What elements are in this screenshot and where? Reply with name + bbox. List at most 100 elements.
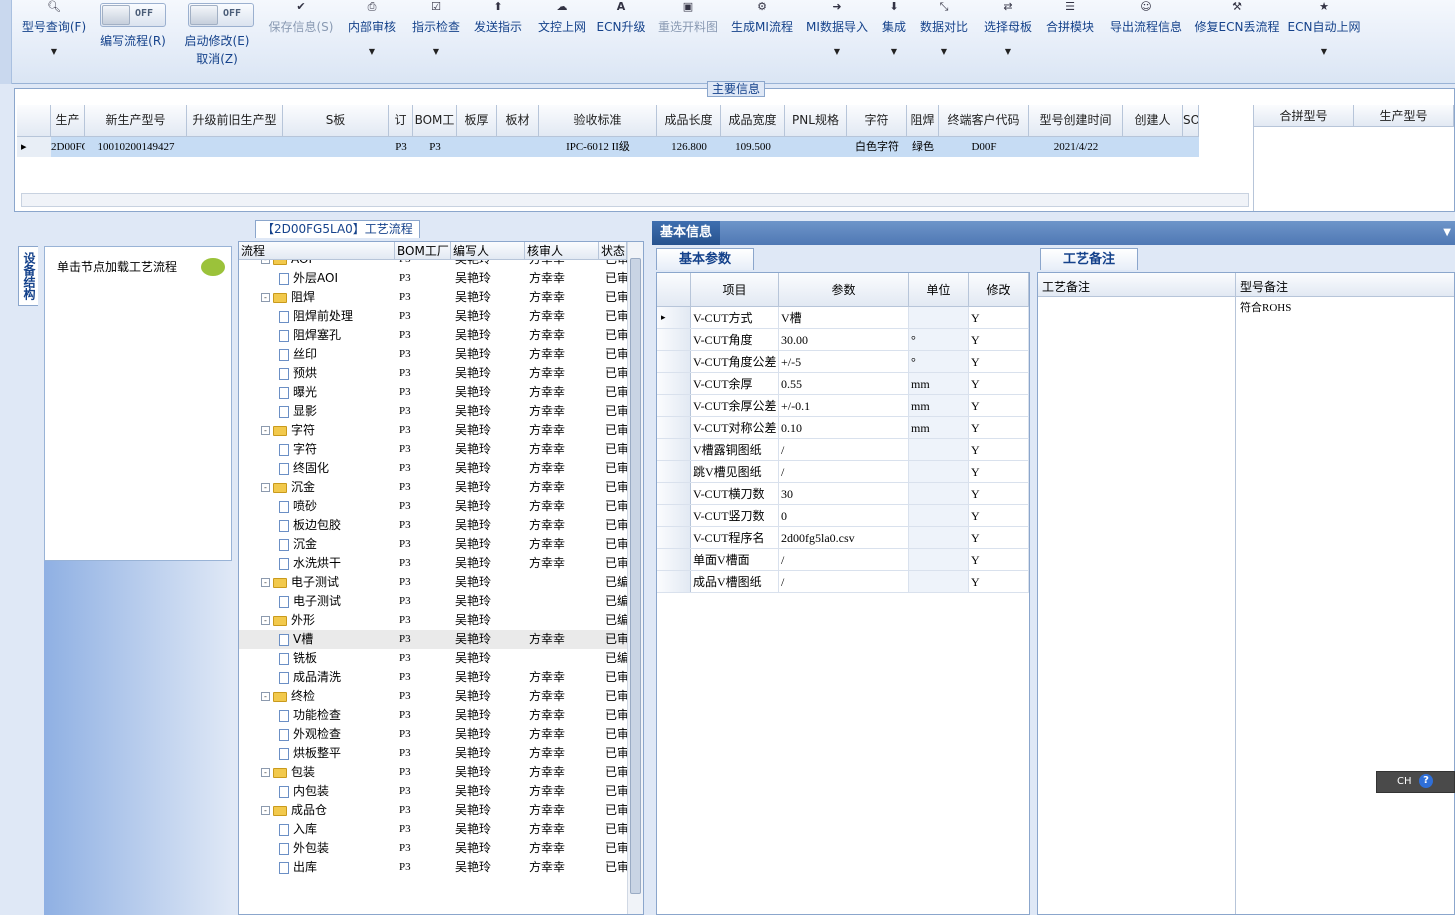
- param-param[interactable]: +/-0.1: [779, 395, 909, 416]
- param-row[interactable]: V-CUT角度 30.00 ° Y: [657, 329, 1029, 351]
- tree-row[interactable]: 外观检查 P3 吴艳玲 方幸幸 已审: [239, 725, 627, 744]
- main-row-cell[interactable]: [187, 137, 283, 157]
- param-param[interactable]: 30: [779, 483, 909, 504]
- tree-row[interactable]: - 包装 P3 吴艳玲 方幸幸 已审: [239, 763, 627, 782]
- select-mother-board-button[interactable]: ⇄ 选择母板 ▼: [980, 0, 1036, 56]
- main-col-header[interactable]: 板厚: [457, 105, 497, 137]
- param-row[interactable]: V-CUT余厚公差 +/-0.1 mm Y: [657, 395, 1029, 417]
- tree-row[interactable]: 终固化 P3 吴艳玲 方幸幸 已审: [239, 459, 627, 478]
- merge-model-header[interactable]: 合拼型号: [1254, 105, 1354, 127]
- mi-data-import-button[interactable]: ➜ MI数据导入 ▼: [804, 0, 870, 56]
- tree-row[interactable]: 字符 P3 吴艳玲 方幸幸 已审: [239, 440, 627, 459]
- param-row[interactable]: V-CUT角度公差 +/-5 ° Y: [657, 351, 1029, 373]
- model-note-textarea[interactable]: 符合ROHS: [1240, 299, 1291, 315]
- main-col-header[interactable]: 订单工厂: [389, 105, 413, 137]
- param-row[interactable]: V-CUT程序名 2d00fg5la0.csv Y: [657, 527, 1029, 549]
- param-row[interactable]: V-CUT对称公差 0.10 mm Y: [657, 417, 1029, 439]
- save-info-button[interactable]: ✔ 保存信息(S): [264, 0, 338, 35]
- main-col-header[interactable]: 成品宽度: [721, 105, 785, 137]
- main-col-header[interactable]: 新生产型号: [85, 105, 187, 137]
- param-param[interactable]: /: [779, 461, 909, 482]
- load-flow-box[interactable]: 单击节点加载工艺流程: [44, 246, 232, 561]
- tree-row[interactable]: 电子测试 P3 吴艳玲 已编: [239, 592, 627, 611]
- tree-row[interactable]: - 电子测试 P3 吴艳玲 已编: [239, 573, 627, 592]
- ecn-auto-online-button[interactable]: ★ ECN自动上网 ▼: [1286, 0, 1362, 56]
- main-row-cell[interactable]: 绿色: [907, 137, 939, 157]
- main-row-cell[interactable]: [1183, 137, 1199, 157]
- ecn-upgrade-button[interactable]: A ECN升级: [596, 0, 646, 35]
- cancel-label[interactable]: 取消(Z): [180, 50, 254, 67]
- tree-row[interactable]: 水洗烘干 P3 吴艳玲 方幸幸 已审: [239, 554, 627, 573]
- main-col-header[interactable]: 板材: [497, 105, 539, 137]
- tree-row[interactable]: 显影 P3 吴艳玲 方幸幸 已审: [239, 402, 627, 421]
- col-flow[interactable]: 流程: [239, 242, 395, 260]
- main-col-header[interactable]: 型号创建时间: [1029, 105, 1123, 137]
- tree-row[interactable]: - 阻焊 P3 吴艳玲 方幸幸 已审: [239, 288, 627, 307]
- col-item[interactable]: 项目: [691, 273, 779, 307]
- tree-row[interactable]: V槽 P3 吴艳玲 方幸幸 已审: [239, 630, 627, 649]
- data-compare-button[interactable]: ⤡ 数据对比 ▼: [916, 0, 972, 56]
- tree-row[interactable]: - 终检 P3 吴艳玲 方幸幸 已审: [239, 687, 627, 706]
- start-modify-toggle[interactable]: OFF: [188, 3, 254, 27]
- craft-note-textarea[interactable]: [1038, 297, 1236, 914]
- reselect-cutting-button[interactable]: ▣ 重选开料图: [654, 0, 722, 35]
- col-unit[interactable]: 单位: [909, 273, 969, 307]
- col-status[interactable]: 状态: [599, 242, 627, 260]
- col-bom-factory[interactable]: BOM工厂: [395, 242, 451, 260]
- internal-audit-button[interactable]: ⎙ 内部审核 ▼: [344, 0, 400, 56]
- tree-row[interactable]: 阻焊塞孔 P3 吴艳玲 方幸幸 已审: [239, 326, 627, 345]
- param-row[interactable]: V-CUT横刀数 30 Y: [657, 483, 1029, 505]
- merge-prod-model-header[interactable]: 生产型号: [1354, 105, 1454, 127]
- tree-row[interactable]: 板边包胶 P3 吴艳玲 方幸幸 已审: [239, 516, 627, 535]
- main-col-header[interactable]: 生产型号: [51, 105, 85, 137]
- main-row-cell[interactable]: 2D00FG5LA0: [51, 137, 85, 157]
- param-row[interactable]: V-CUT竖刀数 0 Y: [657, 505, 1029, 527]
- doc-online-button[interactable]: ☁ 文控上网: [534, 0, 590, 35]
- main-row-cell[interactable]: [457, 137, 497, 157]
- param-row[interactable]: V-CUT余厚 0.55 mm Y: [657, 373, 1029, 395]
- tree-row[interactable]: 出库 P3 吴艳玲 方幸幸 已审: [239, 858, 627, 877]
- col-writer[interactable]: 编写人: [451, 242, 525, 260]
- tree-row[interactable]: 铣板 P3 吴艳玲 已编: [239, 649, 627, 668]
- collapse-icon[interactable]: -: [261, 426, 270, 435]
- tree-row[interactable]: 内包装 P3 吴艳玲 方幸幸 已审: [239, 782, 627, 801]
- main-row-cell[interactable]: [283, 137, 389, 157]
- tree-row[interactable]: 喷砂 P3 吴艳玲 方幸幸 已审: [239, 497, 627, 516]
- col-reviewer[interactable]: 核审人: [525, 242, 599, 260]
- tree-row[interactable]: 阻焊前处理 P3 吴艳玲 方幸幸 已审: [239, 307, 627, 326]
- col-modify[interactable]: 修改: [969, 273, 1029, 307]
- param-row[interactable]: ▸ V-CUT方式 V槽 Y: [657, 307, 1029, 329]
- generate-mi-flow-button[interactable]: ⚙ 生成MI流程: [728, 0, 796, 35]
- horizontal-splitter[interactable]: [14, 214, 1455, 220]
- collapse-icon[interactable]: -: [261, 692, 270, 701]
- main-col-header[interactable]: SO: [1183, 105, 1199, 137]
- main-row-cell[interactable]: D00F: [939, 137, 1029, 157]
- col-param[interactable]: 参数: [779, 273, 909, 307]
- tree-row[interactable]: 预烘 P3 吴艳玲 方幸幸 已审: [239, 364, 627, 383]
- param-param[interactable]: 0.10: [779, 417, 909, 438]
- main-row-cell[interactable]: 10010200149427: [85, 137, 187, 157]
- tree-row[interactable]: - 外形 P3 吴艳玲 已编: [239, 611, 627, 630]
- tree-row[interactable]: 沉金 P3 吴艳玲 方幸幸 已审: [239, 535, 627, 554]
- param-param[interactable]: 0.55: [779, 373, 909, 394]
- collapse-icon[interactable]: -: [261, 293, 270, 302]
- collapse-icon[interactable]: -: [261, 578, 270, 587]
- edit-flow-toggle[interactable]: OFF: [100, 3, 166, 27]
- tree-row[interactable]: 外包装 P3 吴艳玲 方幸幸 已审: [239, 839, 627, 858]
- tree-row[interactable]: - 字符 P3 吴艳玲 方幸幸 已审: [239, 421, 627, 440]
- main-row-cell[interactable]: 109.500: [721, 137, 785, 157]
- main-row-cell[interactable]: [497, 137, 539, 157]
- param-param[interactable]: +/-5: [779, 351, 909, 372]
- main-col-header[interactable]: 验收标准: [539, 105, 657, 137]
- main-col-header[interactable]: 成品长度: [657, 105, 721, 137]
- export-flow-info-button[interactable]: ☺ 导出流程信息: [1106, 0, 1186, 35]
- main-col-header[interactable]: 终端客户代码: [939, 105, 1029, 137]
- main-col-header[interactable]: BOM工厂: [413, 105, 457, 137]
- main-row-cell[interactable]: P3: [413, 137, 457, 157]
- param-row[interactable]: V槽露铜图纸 / Y: [657, 439, 1029, 461]
- main-row-cell[interactable]: IPC-6012 II级: [539, 137, 657, 157]
- param-row[interactable]: 跳V槽见图纸 / Y: [657, 461, 1029, 483]
- tree-row[interactable]: 入库 P3 吴艳玲 方幸幸 已审: [239, 820, 627, 839]
- param-param[interactable]: /: [779, 439, 909, 460]
- instruction-check-button[interactable]: ☑ 指示检查 ▼: [408, 0, 464, 56]
